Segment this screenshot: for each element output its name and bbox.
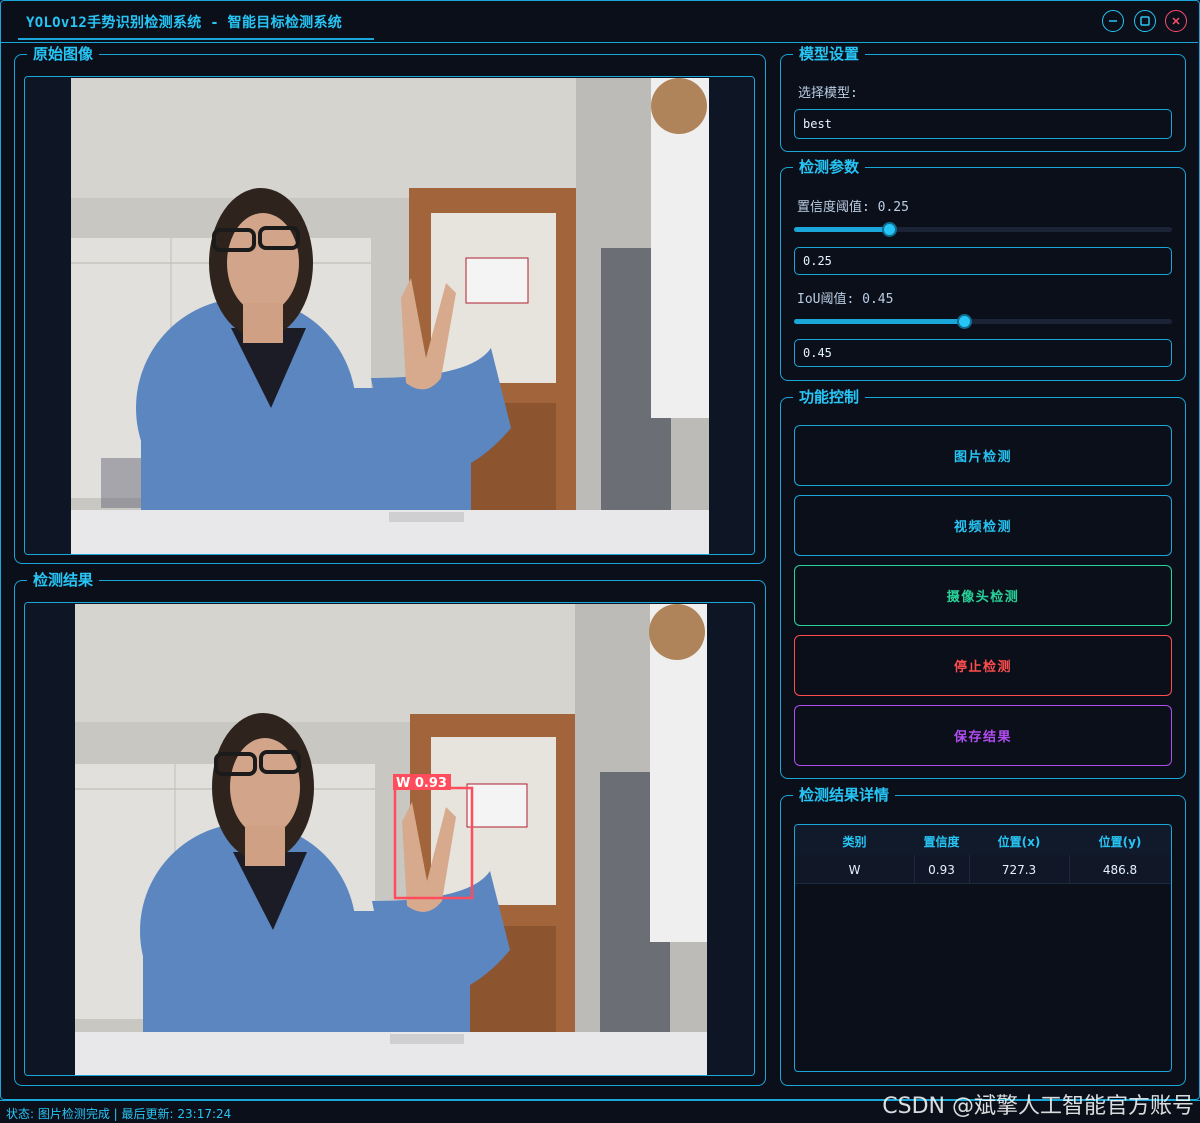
iou-slider-fill <box>794 319 964 324</box>
column-divider <box>1069 855 1070 883</box>
table-row[interactable]: W 0.93 727.3 486.8 <box>795 855 1171 884</box>
column-divider <box>914 855 915 883</box>
confidence-label: 置信度阈值: 0.25 <box>797 200 909 215</box>
column-header-pos-y[interactable]: 位置(y) <box>1069 833 1171 850</box>
save-result-button[interactable]: 保存结果 <box>794 705 1172 766</box>
detection-result-title: 检测结果 <box>27 571 100 589</box>
image-detect-button[interactable]: 图片检测 <box>794 425 1172 486</box>
column-header-confidence[interactable]: 置信度 <box>914 833 969 850</box>
minimize-icon <box>1109 20 1117 22</box>
watermark: CSDN @斌擎人工智能官方账号 <box>882 1094 1194 1119</box>
window-title: YOLOv12手势识别检测系统 - 智能目标检测系统 <box>26 15 343 31</box>
title-bar[interactable]: YOLOv12手势识别检测系统 - 智能目标检测系统 <box>0 0 1198 43</box>
confidence-slider-fill <box>794 227 889 232</box>
detection-image: W 0.93 <box>25 603 754 1075</box>
iou-input[interactable]: 0.45 <box>794 339 1172 367</box>
cell-confidence: 0.93 <box>928 863 955 877</box>
original-image-title: 原始图像 <box>27 45 100 63</box>
title-underline <box>18 38 374 40</box>
model-select[interactable]: best <box>794 109 1172 139</box>
maximize-button[interactable] <box>1134 10 1156 32</box>
confidence-slider[interactable] <box>794 222 1172 237</box>
close-icon <box>1172 17 1180 25</box>
function-control-title: 功能控制 <box>793 388 866 406</box>
results-table[interactable]: 类别 置信度 位置(x) 位置(y) W 0.93 727.3 486.8 <box>794 824 1172 1072</box>
original-image-frame <box>24 76 755 555</box>
stop-detect-button[interactable]: 停止检测 <box>794 635 1172 696</box>
results-table-header: 类别 置信度 位置(x) 位置(y) <box>795 825 1171 855</box>
column-header-class[interactable]: 类别 <box>795 833 914 850</box>
confidence-input[interactable]: 0.25 <box>794 247 1172 275</box>
cell-pos-x: 727.3 <box>1001 863 1037 877</box>
bounding-box-label: W 0.93 <box>396 776 447 791</box>
iou-slider[interactable] <box>794 314 1172 329</box>
cell-pos-y: 486.8 <box>1102 863 1138 877</box>
status-text: 状态: 图片检测完成 | 最后更新: 23:17:24 <box>6 1107 232 1121</box>
close-button[interactable] <box>1165 10 1187 32</box>
select-model-label: 选择模型: <box>798 86 858 101</box>
column-header-pos-x[interactable]: 位置(x) <box>969 833 1069 850</box>
iou-slider-handle[interactable] <box>957 314 972 329</box>
cell-class: W <box>848 863 861 877</box>
model-settings-title: 模型设置 <box>793 45 866 63</box>
video-detect-button[interactable]: 视频检测 <box>794 495 1172 556</box>
camera-detect-button[interactable]: 摄像头检测 <box>794 565 1172 626</box>
iou-label: IoU阈值: 0.45 <box>797 292 894 307</box>
minimize-button[interactable] <box>1102 10 1124 32</box>
original-image <box>25 77 754 554</box>
results-detail-title: 检测结果详情 <box>793 786 896 804</box>
maximize-icon <box>1140 16 1150 26</box>
column-divider <box>969 855 970 883</box>
confidence-slider-handle[interactable] <box>882 222 897 237</box>
detection-params-title: 检测参数 <box>793 158 866 176</box>
detection-image-frame: W 0.93 <box>24 602 755 1076</box>
